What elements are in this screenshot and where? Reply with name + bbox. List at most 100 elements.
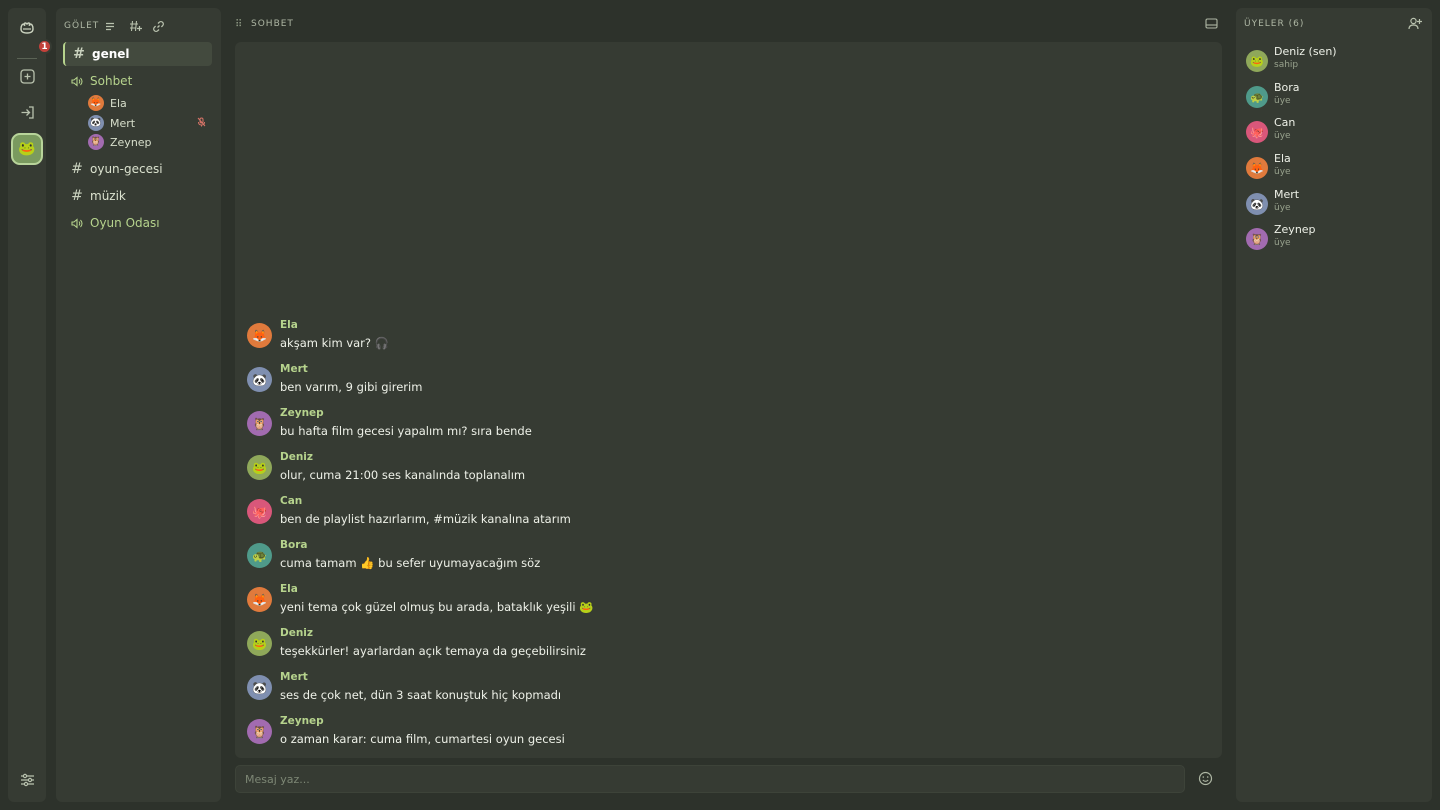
avatar: 🦊: [1246, 157, 1268, 179]
avatar[interactable]: 🐙: [247, 499, 272, 524]
channel-oyun-gecesi[interactable]: # oyun-gecesi: [63, 157, 212, 181]
plus-square-icon: [19, 68, 35, 88]
server-golet-button[interactable]: 🐸: [11, 133, 43, 165]
message-author[interactable]: Deniz: [280, 627, 313, 639]
member-name: Deniz (sen): [1274, 45, 1337, 58]
message-text: bu hafta film gecesi yapalım mı? sıra be…: [280, 424, 532, 438]
message-text: o zaman karar: cuma film, cumartesi oyun…: [280, 732, 565, 746]
avatar[interactable]: 🦉: [247, 411, 272, 436]
emoji-picker-icon[interactable]: [1198, 771, 1213, 786]
message-author[interactable]: Zeynep: [280, 407, 324, 419]
members-title: ÜYELER (6): [1244, 19, 1305, 29]
message-input[interactable]: [236, 766, 1184, 792]
hash-icon: #: [71, 161, 83, 177]
chat-header: ⠿ SOHBET: [226, 8, 1230, 40]
avatar[interactable]: 🐼: [247, 367, 272, 392]
home-button[interactable]: 1: [13, 15, 52, 54]
message: 🐸 Deniz teşekkürler! ayarlardan açık tem…: [247, 627, 1207, 667]
message: 🦉 Zeynep bu hafta film gecesi yapalım mı…: [247, 407, 1207, 447]
message-author[interactable]: Zeynep: [280, 715, 324, 727]
panel-toggle-icon[interactable]: [1205, 18, 1218, 29]
message-list[interactable]: 🦊 Ela akşam kim var? 🎧 🐼 Mert ben varım,…: [235, 42, 1222, 758]
avatar[interactable]: 🐢: [247, 543, 272, 568]
voice-user-ela[interactable]: 🦊 Ela: [88, 94, 212, 112]
voice-user-name: Ela: [110, 96, 127, 110]
member-role: üye: [1274, 167, 1291, 177]
voice-user-mert[interactable]: 🐼 Mert: [88, 114, 212, 132]
message-text: ben de playlist hazırlarım, #müzik kanal…: [280, 512, 571, 526]
avatar[interactable]: 🦊: [247, 587, 272, 612]
chat-title: SOHBET: [251, 19, 294, 29]
avatar: 🐢: [1246, 86, 1268, 108]
message: 🐼 Mert ses de çok net, dün 3 saat konuşt…: [247, 671, 1207, 711]
message: 🦊 Ela akşam kim var? 🎧: [247, 319, 1207, 359]
channel-label: oyun-gecesi: [90, 162, 163, 176]
member-item[interactable]: 🦉 Zeynep üye: [1246, 223, 1422, 255]
avatar: 🐸: [1246, 50, 1268, 72]
message-text: akşam kim var? 🎧: [280, 336, 389, 350]
frog-server-icon: 🐸: [18, 141, 36, 157]
message-text: yeni tema çok güzel olmuş bu arada, bata…: [280, 600, 594, 614]
message-author[interactable]: Mert: [280, 363, 308, 375]
message-text: olur, cuma 21:00 ses kanalında toplanalı…: [280, 468, 526, 482]
hash-icon: #: [71, 188, 83, 204]
channel-label: Sohbet: [90, 74, 133, 88]
avatar[interactable]: 🐼: [247, 675, 272, 700]
message-author[interactable]: Bora: [280, 539, 307, 551]
member-item[interactable]: 🐢 Bora üye: [1246, 81, 1422, 113]
avatar: 🐼: [1246, 193, 1268, 215]
avatar[interactable]: 🐸: [247, 455, 272, 480]
channel-label: Oyun Odası: [90, 216, 160, 230]
channel-muzik[interactable]: # müzik: [63, 184, 212, 208]
message: 🐸 Deniz olur, cuma 21:00 ses kanalında t…: [247, 451, 1207, 491]
member-role: üye: [1274, 131, 1291, 141]
member-item[interactable]: 🦊 Ela üye: [1246, 152, 1422, 184]
avatar: 🦊: [88, 95, 104, 111]
server-header: GÖLET: [64, 19, 165, 33]
message: 🦊 Ela yeni tema çok güzel olmuş bu arada…: [247, 583, 1207, 623]
message-author[interactable]: Mert: [280, 671, 308, 683]
notification-badge: 1: [37, 39, 52, 54]
member-name: Bora: [1274, 81, 1300, 94]
add-member-icon[interactable]: [1408, 17, 1422, 30]
member-item[interactable]: 🐙 Can üye: [1246, 116, 1422, 148]
message: 🐼 Mert ben varım, 9 gibi girerim: [247, 363, 1207, 403]
member-item[interactable]: 🐸 Deniz (sen) sahip: [1246, 45, 1422, 77]
avatar[interactable]: 🦊: [247, 323, 272, 348]
voice-channel-oyun-odasi[interactable]: Oyun Odası: [63, 211, 212, 235]
member-item[interactable]: 🐼 Mert üye: [1246, 188, 1422, 220]
join-server-button[interactable]: [13, 100, 41, 128]
settings-button[interactable]: [13, 767, 41, 795]
invite-link-icon[interactable]: [152, 20, 165, 33]
message-author[interactable]: Ela: [280, 583, 298, 595]
message-author[interactable]: Can: [280, 495, 302, 507]
muted-mic-icon: [197, 117, 206, 130]
message-text: teşekkürler! ayarlardan açık temaya da g…: [280, 644, 586, 658]
server-menu-icon[interactable]: [105, 22, 115, 31]
login-icon: [20, 105, 35, 124]
avatar[interactable]: 🐸: [247, 631, 272, 656]
channel-label: genel: [92, 47, 130, 61]
speaker-icon: [71, 217, 83, 229]
channel-genel[interactable]: # genel: [63, 42, 212, 66]
message-author[interactable]: Deniz: [280, 451, 313, 463]
member-role: sahip: [1274, 60, 1299, 70]
member-panel: ÜYELER (6) 🐸 Deniz (sen) sahip 🐢 Bora üy…: [1236, 8, 1432, 802]
add-server-button[interactable]: [13, 64, 41, 92]
speaker-icon: [71, 75, 83, 87]
avatar[interactable]: 🦉: [247, 719, 272, 744]
message-text: cuma tamam 👍 bu sefer uyumayacağım söz: [280, 556, 541, 570]
sliders-icon: [20, 772, 35, 791]
member-role: üye: [1274, 238, 1291, 248]
member-name: Can: [1274, 116, 1296, 129]
add-channel-icon[interactable]: [129, 20, 143, 32]
message-author[interactable]: Ela: [280, 319, 298, 331]
avatar: 🦉: [88, 134, 104, 150]
hash-icon: #: [73, 46, 85, 62]
member-name: Zeynep: [1274, 223, 1316, 236]
message: 🦉 Zeynep o zaman karar: cuma film, cumar…: [247, 715, 1207, 755]
voice-channel-sohbet[interactable]: Sohbet: [63, 69, 212, 93]
message-composer: [235, 765, 1185, 793]
drag-handle-icon[interactable]: ⠿: [235, 19, 242, 30]
voice-user-zeynep[interactable]: 🦉 Zeynep: [88, 133, 212, 151]
